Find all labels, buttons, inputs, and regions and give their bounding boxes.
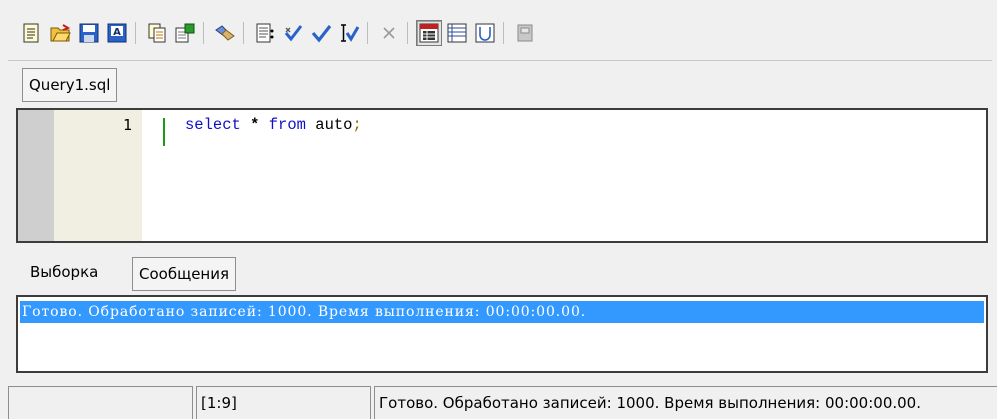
tab-selection[interactable]: Выборка [24, 258, 104, 288]
connect-icon[interactable] [212, 20, 238, 46]
code-line: select * from auto; [185, 116, 362, 134]
modified-line-marker [163, 118, 165, 146]
toolbar: A [0, 0, 997, 60]
run-script-icon[interactable] [252, 20, 278, 46]
format-icon[interactable]: A [104, 20, 130, 46]
tab-messages-label: Сообщения [139, 265, 230, 283]
tab-selection-label: Выборка [30, 263, 99, 281]
status-cell-empty [8, 386, 193, 419]
table-name: auto [315, 116, 353, 134]
toolbar-divider [8, 60, 992, 61]
line-number: 1 [122, 116, 132, 134]
new-file-icon[interactable] [18, 20, 44, 46]
tab-query1-label: Query1.sql [29, 76, 111, 94]
star-operator: * [250, 116, 260, 134]
fold-margin [18, 110, 54, 241]
print-icon[interactable] [512, 20, 538, 46]
save-icon[interactable] [76, 20, 102, 46]
check-cursor-icon[interactable] [336, 20, 362, 46]
table-view-icon[interactable] [444, 20, 470, 46]
cursor-position-text: [1:9] [201, 394, 237, 412]
copy-icon[interactable] [144, 20, 170, 46]
messages-panel[interactable]: Готово. Обработано записей: 1000. Время … [16, 295, 988, 373]
status-cursor-position: [1:9] [196, 386, 371, 419]
commit-icon[interactable] [280, 20, 306, 46]
cancel-icon[interactable] [376, 20, 402, 46]
status-message: Готово. Обработано записей: 1000. Время … [374, 386, 997, 419]
svg-text:A: A [113, 27, 121, 38]
results-grid-icon[interactable] [416, 20, 442, 46]
export-icon[interactable] [172, 20, 198, 46]
keyword-from: from [268, 116, 306, 134]
tab-query1[interactable]: Query1.sql [22, 68, 118, 102]
message-row[interactable]: Готово. Обработано записей: 1000. Время … [20, 301, 984, 323]
check-icon[interactable] [308, 20, 334, 46]
semicolon: ; [352, 116, 362, 134]
message-text: Готово. Обработано записей: 1000. Время … [22, 304, 587, 320]
tab-messages[interactable]: Сообщения [132, 257, 237, 291]
union-icon[interactable] [472, 20, 498, 46]
status-message-text: Готово. Обработано записей: 1000. Время … [379, 394, 921, 412]
open-file-icon[interactable] [47, 20, 73, 46]
keyword-select: select [185, 116, 241, 134]
sql-editor[interactable]: 1 select * from auto; [16, 108, 988, 243]
